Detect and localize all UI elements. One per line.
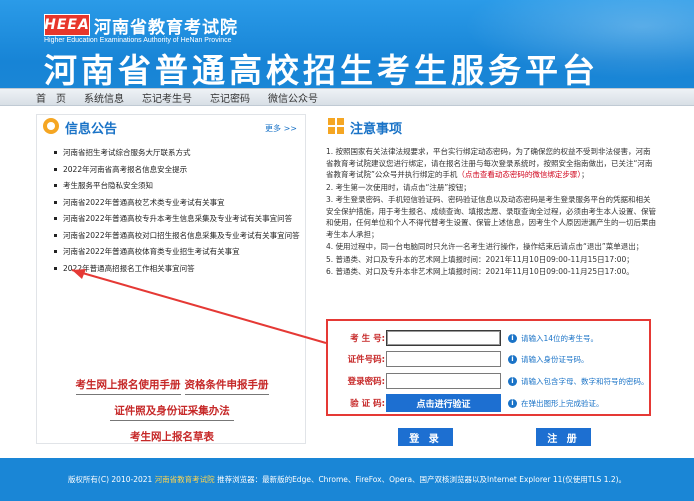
news-item[interactable]: 河南省2022年普通高校艺术类专业考试有关事宜 <box>53 197 301 208</box>
info-icon: i <box>508 376 517 386</box>
manual-links: 考生网上报名使用手册 资格条件申报手册 证件照及身份证采集办法 考生网上报名草表 <box>37 377 307 450</box>
photo-guide-link[interactable]: 证件照及身份证采集办法 <box>110 403 234 421</box>
news-item[interactable]: 河南省2022年普通高校专升本考生信息采集及专业考试有关事宜问答 <box>53 213 301 224</box>
exam-no-label: 考 生 号: <box>350 334 385 344</box>
id-label: 证件号码: <box>347 355 385 365</box>
exam-no-row: 考 生 号: i 请输入14位的考生号。 <box>328 329 653 347</box>
org-name-en: Higher Education Examinations Authority … <box>44 37 232 44</box>
info-icon: i <box>508 398 517 408</box>
nav-forgot-exam-no[interactable]: 忘记考生号 <box>142 90 192 105</box>
news-item[interactable]: 河南省2022年普通高校对口招生报名信息采集及专业考试有关事宜问答 <box>53 230 301 241</box>
verify-hint: 在弹出图形上完成验证。 <box>521 398 604 408</box>
nav-home[interactable]: 首 页 <box>36 90 66 105</box>
draft-form-link[interactable]: 考生网上报名草表 <box>126 429 218 446</box>
news-header: 信息公告 更多 >> <box>37 115 305 137</box>
news-more-link[interactable]: 更多 >> <box>265 123 297 134</box>
footer-org-link[interactable]: 河南省教育考试院 <box>155 475 215 484</box>
password-label: 登录密码: <box>347 377 385 387</box>
verify-row: 验 证 码: 点击进行验证 i 在弹出图形上完成验证。 <box>328 394 653 412</box>
notice-list: 1. 按照国家有关法律法规要求，平台实行绑定动态密码，为了确保您的权益不受到非法… <box>326 146 656 279</box>
notice-item: 6. 普通类、对口及专升本非艺术网上填报时间：2021年11月10日09:00-… <box>326 267 634 276</box>
notice-item: 3. 考生登录密码、手机短信验证码、密码验证信息以及动态密码是考生登录服务平台的… <box>326 195 656 239</box>
login-form: 考 生 号: i 请输入14位的考生号。 证件号码: i 请输入身份证号码。 登… <box>326 319 651 416</box>
nav-wechat[interactable]: 微信公众号 <box>268 90 318 105</box>
manual-link-row: 考生网上报名使用手册 资格条件申报手册 <box>37 377 307 399</box>
news-item[interactable]: 河南省招生考试综合服务大厅联系方式 <box>53 147 301 158</box>
news-item[interactable]: 2022年普通高招报名工作相关事宜问答 <box>53 263 301 274</box>
notice-title: 注意事项 <box>350 122 403 137</box>
news-panel: 信息公告 更多 >> 河南省招生考试综合服务大厅联系方式 2022年河南省高考报… <box>36 114 306 444</box>
notice-item: 1. 按照国家有关法律法规要求，平台实行绑定动态密码，为了确保您的权益不受到非法… <box>326 146 656 181</box>
site-header: HEEA 河南省教育考试院 Higher Education Examinati… <box>0 0 694 88</box>
wechat-bind-link[interactable]: （点击查看动态密码的微信绑定步骤） <box>457 170 581 179</box>
id-number-input[interactable] <box>386 351 501 367</box>
manual-link[interactable]: 考生网上报名使用手册 <box>75 377 181 395</box>
news-list: 河南省招生考试综合服务大厅联系方式 2022年河南省高考报名信息安全提示 考生服… <box>53 147 301 279</box>
login-button[interactable]: 登 录 <box>398 428 453 446</box>
password-row: 登录密码: i 请输入包含字母、数字和符号的密码。 <box>328 372 653 390</box>
copyright: 版权所有(C) 2010-2021 <box>67 475 155 484</box>
nav-forgot-password[interactable]: 忘记密码 <box>210 90 250 105</box>
news-item[interactable]: 河南省2022年普通高校体育类专业招生考试有关事宜 <box>53 246 301 257</box>
exam-no-hint: 请输入14位的考生号。 <box>521 333 599 343</box>
news-item[interactable]: 2022年河南省高考报名信息安全提示 <box>53 164 301 175</box>
news-item[interactable]: 考生服务平台隐私安全须知 <box>53 180 301 191</box>
notice-item: 2. 考生第一次使用时，请点击“注册”按钮； <box>326 182 471 192</box>
info-icon: i <box>508 354 517 364</box>
notice-tail: ； <box>581 170 589 179</box>
footer-text: 版权所有(C) 2010-2021 河南省教育考试院 推荐浏览器：最新版的Edg… <box>68 474 626 485</box>
id-row: 证件号码: i 请输入身份证号码。 <box>328 350 653 368</box>
top-nav: 首 页 系统信息 忘记考生号 忘记密码 微信公众号 <box>0 88 694 106</box>
browser-recommendation: 推荐浏览器：最新版的Edge、Chrome、FireFox、Opera、国产双核… <box>214 475 627 484</box>
verify-button[interactable]: 点击进行验证 <box>386 394 501 412</box>
id-hint: 请输入身份证号码。 <box>521 354 589 364</box>
site-title: 河南省普通高校招生考生服务平台 <box>44 51 599 88</box>
announcement-icon <box>43 118 59 134</box>
password-input[interactable] <box>386 373 501 389</box>
register-button[interactable]: 注 册 <box>536 428 591 446</box>
news-title: 信息公告 <box>65 122 118 137</box>
heea-logo: HEEA <box>44 14 90 36</box>
qualification-link[interactable]: 资格条件申报手册 <box>184 377 269 395</box>
notice-grid-icon <box>328 118 344 134</box>
logo-row: HEEA 河南省教育考试院 <box>44 14 238 38</box>
nav-system-info[interactable]: 系统信息 <box>84 90 124 105</box>
verify-label: 验 证 码: <box>350 399 385 409</box>
notice-item: 4. 使用过程中，同一台电脑同时只允许一名考生进行操作，操作结束后请点击“退出”… <box>326 242 644 251</box>
notice-item: 5. 普通类、对口及专升本的艺术网上填报时间：2021年11月10日09:00-… <box>326 254 634 264</box>
exam-no-input[interactable] <box>386 330 501 346</box>
info-icon: i <box>508 333 517 343</box>
password-hint: 请输入包含字母、数字和符号的密码。 <box>521 376 649 386</box>
org-name-cn: 河南省教育考试院 <box>94 17 238 38</box>
site-footer: 版权所有(C) 2010-2021 河南省教育考试院 推荐浏览器：最新版的Edg… <box>0 458 694 501</box>
